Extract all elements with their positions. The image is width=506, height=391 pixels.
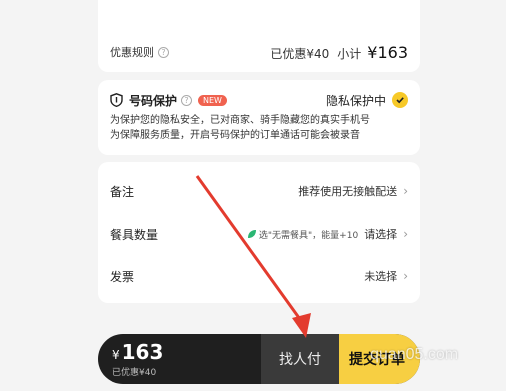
invoice-row[interactable]: 发票 未选择 › — [110, 266, 408, 286]
remark-label: 备注 — [110, 184, 135, 199]
summary-card: 优惠规则 ? 已优惠¥40 小计 ¥163 — [98, 0, 420, 72]
tableware-row[interactable]: 餐具数量 选"无需餐具"，能量+10 请选择 › — [110, 224, 408, 244]
privacy-description: 为保护您的隐私安全，已对商家、骑手隐藏您的真实手机号 为保障服务质量，开启号码保… — [110, 113, 412, 143]
privacy-desc-line: 为保障服务质量，开启号码保护的订单通话可能会被录音 — [110, 130, 360, 141]
chevron-right-icon: › — [403, 184, 408, 198]
invoice-value: 未选择 › — [364, 268, 408, 284]
subtotal-value: ¥163 — [367, 42, 408, 62]
discount-summary: 已优惠¥40 小计 ¥163 — [270, 43, 408, 62]
discount-rule-label[interactable]: 优惠规则 — [110, 44, 154, 60]
privacy-card: 号码保护 ? NEW 隐私保护中 为保护您的隐私安全，已对商家、骑手隐藏您的真实… — [98, 80, 420, 155]
total-price-value: 163 — [121, 340, 164, 364]
remark-value: 推荐使用无接触配送 › — [298, 183, 408, 199]
find-someone-pay-button[interactable]: 找人付 — [261, 334, 339, 384]
shield-icon — [110, 93, 123, 107]
chevron-right-icon: › — [403, 269, 408, 283]
options-card: 备注 推荐使用无接触配送 › 餐具数量 选"无需餐具"，能量+10 请选择 › … — [98, 162, 420, 303]
help-icon[interactable]: ? — [181, 94, 193, 106]
watermark: quan05.com — [370, 346, 459, 363]
tableware-note: 选"无需餐具"，能量+10 — [258, 230, 359, 241]
privacy-desc-line: 为保护您的隐私安全，已对商家、骑手隐藏您的真实手机号 — [110, 115, 370, 126]
privacy-status-label: 隐私保护中 — [325, 93, 386, 108]
leaf-icon — [247, 230, 256, 238]
price-block: ¥163 已优惠¥40 — [98, 334, 261, 384]
privacy-header: 号码保护 ? NEW 隐私保护中 — [110, 92, 408, 108]
saved-amount: 已优惠¥40 — [270, 46, 330, 61]
total-saved: 已优惠¥40 — [112, 368, 157, 378]
chevron-right-icon: › — [403, 227, 408, 241]
privacy-title: 号码保护 — [129, 93, 178, 108]
remark-row[interactable]: 备注 推荐使用无接触配送 › — [110, 181, 408, 201]
invoice-value-text: 未选择 — [364, 270, 398, 283]
new-badge: NEW — [198, 94, 227, 106]
remark-value-text: 推荐使用无接触配送 — [298, 185, 398, 198]
invoice-label: 发票 — [110, 269, 135, 284]
tableware-label: 餐具数量 — [110, 227, 159, 242]
discount-row: 优惠规则 ? 已优惠¥40 小计 ¥163 — [110, 42, 408, 62]
subtotal-label: 小计 — [337, 46, 362, 61]
total-price: ¥163 — [112, 340, 261, 364]
tableware-value-text: 请选择 — [364, 228, 398, 241]
tableware-value: 选"无需餐具"，能量+10 请选择 › — [247, 226, 408, 242]
check-icon[interactable] — [392, 92, 408, 108]
currency-symbol: ¥ — [112, 348, 120, 362]
privacy-toggle[interactable]: 隐私保护中 — [326, 92, 408, 109]
help-icon[interactable]: ? — [158, 46, 169, 58]
